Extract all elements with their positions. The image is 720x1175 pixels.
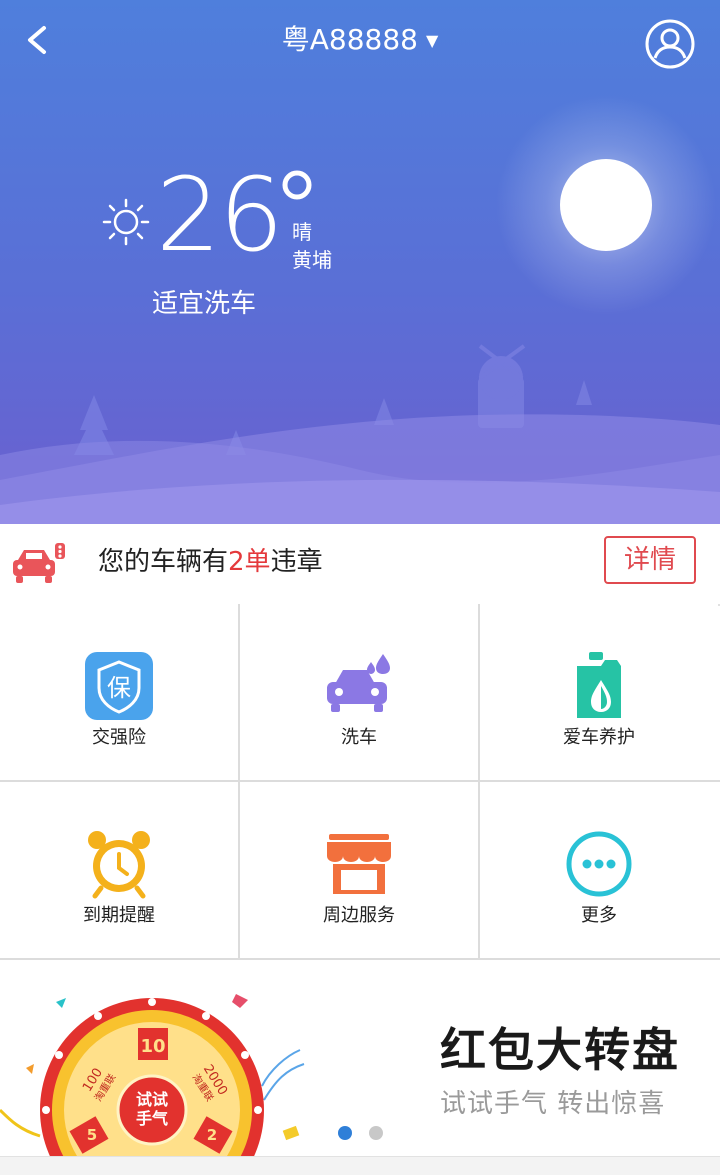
grid-divider (238, 604, 240, 960)
service-car-care[interactable]: 爱车养护 (480, 604, 718, 780)
user-profile-icon[interactable] (644, 18, 696, 70)
wash-advice: 适宜洗车 (152, 289, 257, 319)
landscape-illustration (0, 95, 720, 524)
grid-divider (0, 780, 720, 782)
grid-divider (478, 604, 480, 960)
degree-symbol (282, 170, 312, 200)
caret-down-icon: ▼ (425, 31, 439, 50)
banner-subtitle: 试试手气 转出惊喜 (440, 1089, 666, 1119)
service-label: 到期提醒 (83, 905, 155, 926)
violation-count: 2单 (228, 547, 271, 577)
plate-number: 粤A88888 (281, 23, 418, 56)
service-label: 交强险 (92, 727, 146, 748)
car-wash-icon (327, 654, 390, 712)
banner-title: 红包大转盘 (440, 1023, 680, 1077)
alarm-clock-icon (88, 831, 150, 899)
service-nearby[interactable]: 周边服务 (240, 782, 478, 958)
page-indicator-dot[interactable] (369, 1126, 383, 1140)
wheel-segment-5: 5 (87, 1126, 97, 1144)
service-expiry-reminder[interactable]: 到期提醒 (0, 782, 238, 958)
violation-text-before: 您的车辆有 (98, 547, 229, 577)
temperature-value: 26 (156, 156, 284, 275)
svg-text:保: 保 (107, 674, 131, 702)
weather-city: 黄埔 (292, 248, 332, 272)
service-label: 爱车养护 (563, 727, 635, 748)
wheel-segment-2: 2 (207, 1126, 217, 1144)
service-car-wash[interactable]: 洗车 (240, 604, 478, 780)
car-violation-icon (13, 543, 65, 583)
weather-condition: 晴 (292, 220, 312, 244)
weather-hero: 粤A88888 ▼ 26 晴 黄埔 适宜洗车 (0, 0, 720, 524)
oil-bottle-icon (577, 652, 621, 718)
wheel-segment-10: 10 (140, 1036, 165, 1057)
service-label: 洗车 (341, 727, 377, 748)
service-label: 周边服务 (323, 905, 395, 926)
plate-selector[interactable]: 粤A88888 ▼ (0, 20, 720, 61)
more-dots-icon (566, 831, 632, 897)
page-indicator-dot-active[interactable] (338, 1126, 352, 1140)
promo-banner[interactable]: 10 100 淘重联 2000 淘重联 5 2 试试手气 红包大转盘 试试手气 … (0, 960, 720, 1156)
service-insurance[interactable]: 保 交强险 (0, 604, 238, 780)
service-more[interactable]: 更多 (480, 782, 718, 958)
violation-detail-button[interactable]: 详情 (604, 536, 696, 584)
violation-message: 您的车辆有2单违章 (98, 544, 323, 580)
page-bottom-divider (0, 1156, 720, 1175)
service-label: 更多 (581, 905, 617, 926)
service-grid: 保 交强险 洗车 爱车养护 到期提醒 周边服务 更多 (0, 604, 720, 960)
store-icon (327, 834, 391, 894)
wheel-center-label: 试试手气 (136, 1090, 168, 1128)
sun-icon (102, 198, 150, 246)
insurance-shield-icon: 保 (85, 652, 153, 720)
violation-text-after: 违章 (270, 547, 323, 577)
prize-wheel-illustration: 10 100 淘重联 2000 淘重联 5 2 试试手气 (0, 994, 305, 1156)
violation-bar[interactable]: 您的车辆有2单违章 详情 (0, 524, 720, 606)
